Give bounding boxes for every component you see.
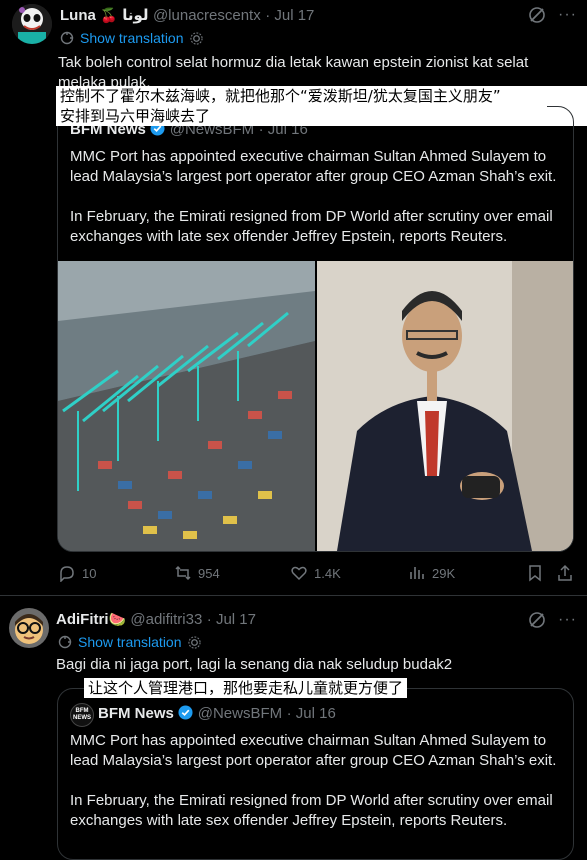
chairman-photo[interactable] bbox=[317, 261, 573, 551]
post-date[interactable]: · Jul 17 bbox=[207, 611, 256, 628]
quote-paragraph-2: In February, the Emirati resigned from D… bbox=[70, 792, 553, 829]
reply-button[interactable]: 10 bbox=[58, 564, 96, 582]
quote-handle: @NewsBFM bbox=[197, 705, 283, 722]
display-name[interactable]: AdiFitri bbox=[56, 611, 109, 628]
avatar-image bbox=[9, 608, 49, 648]
avatar-image bbox=[12, 4, 52, 44]
bookmark-icon bbox=[529, 565, 541, 582]
post-text: Bagi dia ni jaga port, lagi la senang di… bbox=[56, 656, 453, 673]
quote-paragraph-1: MMC Port has appointed executive chairma… bbox=[70, 732, 557, 769]
translate-gear-icon[interactable] bbox=[187, 635, 201, 649]
quoted-tweet[interactable]: BFM News @NewsBFM · Jul 16 MMC Port has … bbox=[57, 106, 574, 552]
translation-overlay-top: 控制不了霍尔木兹海峡，就把他那个“爱泼斯坦/犹太复国主义朋友” 安排到马六甲海峡… bbox=[56, 86, 547, 126]
views-icon bbox=[410, 567, 424, 579]
repost-icon bbox=[175, 565, 191, 581]
repost-count: 954 bbox=[198, 565, 220, 581]
post-2-header: AdiFitri🍉 @adifitri33 · Jul 17 bbox=[56, 611, 256, 629]
name-arabic[interactable]: لونا bbox=[122, 7, 148, 24]
show-translation[interactable]: Show translation bbox=[58, 634, 201, 650]
display-name[interactable]: Luna bbox=[60, 7, 96, 24]
post-date[interactable]: · Jul 17 bbox=[265, 7, 314, 24]
handle[interactable]: @lunacrescentx bbox=[153, 7, 261, 24]
quote-paragraph-1: MMC Port has appointed executive chairma… bbox=[70, 148, 557, 185]
more-icon[interactable]: ··· bbox=[558, 6, 577, 24]
avatar-adifitri[interactable] bbox=[9, 608, 49, 648]
handle[interactable]: @adifitri33 bbox=[130, 611, 202, 628]
verified-icon bbox=[178, 705, 193, 720]
reply-icon bbox=[60, 566, 74, 582]
grok-icon[interactable] bbox=[528, 611, 546, 629]
share-button[interactable] bbox=[556, 564, 574, 582]
name-emoji: 🍉 bbox=[108, 611, 126, 627]
quote-paragraph-2: In February, the Emirati resigned from D… bbox=[70, 208, 553, 245]
more-icon[interactable]: ··· bbox=[558, 611, 577, 629]
quote-header: BFM News @NewsBFM · Jul 16 bbox=[98, 705, 336, 723]
like-icon bbox=[291, 566, 307, 581]
views-button[interactable]: 29K bbox=[408, 564, 455, 582]
repost-button[interactable]: 954 bbox=[174, 564, 220, 582]
like-count: 1.4K bbox=[314, 565, 341, 581]
like-button[interactable]: 1.4K bbox=[290, 564, 341, 582]
translate-gear-icon[interactable] bbox=[189, 31, 203, 45]
show-translation-link[interactable]: Show translation bbox=[80, 30, 184, 46]
reply-count: 10 bbox=[82, 565, 97, 581]
quoted-tweet[interactable]: BFM NEWS BFM News @NewsBFM · Jul 16 MMC … bbox=[57, 688, 574, 860]
bfm-logo-text: BFM NEWS bbox=[73, 708, 91, 721]
overlay-line-2-top: 安排到马六甲海峡去了 bbox=[60, 107, 211, 125]
translate-icon bbox=[60, 31, 74, 45]
show-translation-link[interactable]: Show translation bbox=[78, 634, 182, 650]
overlay-line-1-top: 控制不了霍尔木兹海峡，就把他那个“爱泼斯坦/犹太复国主义朋友” bbox=[60, 87, 501, 105]
grok-icon[interactable] bbox=[528, 6, 546, 24]
quote-name: BFM News bbox=[98, 705, 174, 722]
views-count: 29K bbox=[432, 565, 456, 581]
port-aerial-image[interactable] bbox=[58, 261, 315, 551]
tweet-divider bbox=[0, 595, 587, 596]
translation-overlay: 让这个人管理港口，那他要走私儿童就更方便了 bbox=[84, 678, 408, 698]
quote-date: · Jul 16 bbox=[286, 705, 336, 722]
avatar-luna[interactable] bbox=[12, 4, 52, 44]
post-1-header: Luna 🍒 لونا @lunacrescentx · Jul 17 bbox=[60, 6, 314, 25]
bookmark-button[interactable] bbox=[526, 564, 544, 582]
name-emoji: 🍒 bbox=[100, 7, 118, 23]
translate-icon bbox=[58, 635, 72, 649]
share-icon bbox=[558, 564, 572, 581]
bfm-logo-avatar: BFM NEWS bbox=[70, 703, 94, 727]
show-translation[interactable]: Show translation bbox=[60, 30, 203, 46]
